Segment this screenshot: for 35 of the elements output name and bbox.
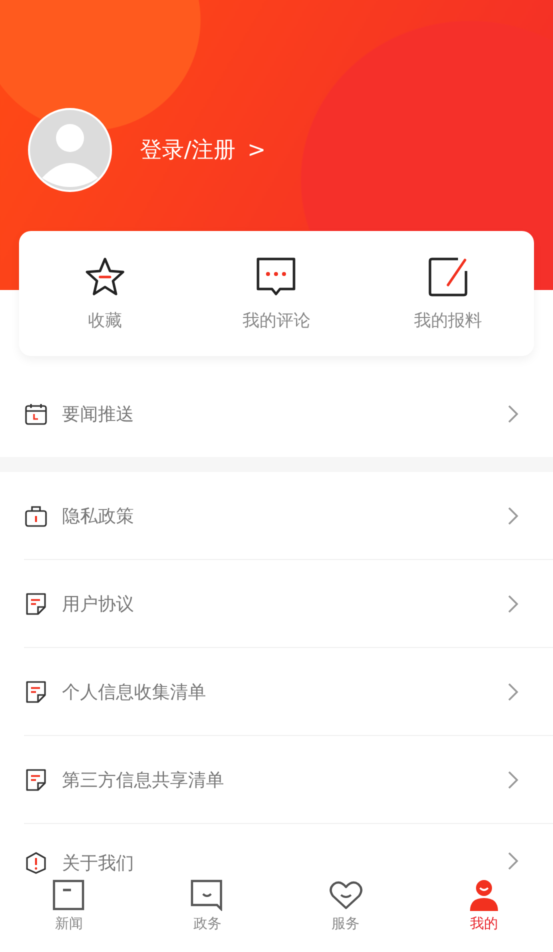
shortcut-button[interactable]: 收藏 xyxy=(30,254,180,333)
menu-label: 关于我们 xyxy=(62,852,135,875)
chevron-right-icon xyxy=(507,506,519,526)
document-icon xyxy=(24,680,48,704)
menu-label: 用户协议 xyxy=(62,592,135,616)
avatar-icon[interactable] xyxy=(28,108,112,192)
menu-item[interactable]: 第三方信息共享清单 xyxy=(24,735,553,823)
chevron-right-icon xyxy=(507,682,519,702)
menu-label: 第三方信息共享清单 xyxy=(62,768,225,792)
shortcut-button[interactable]: 我的报料 xyxy=(373,254,524,333)
chevron-icon: > xyxy=(247,138,266,162)
chevron-right-icon xyxy=(507,770,519,790)
menu-item[interactable]: 用户协议 xyxy=(24,559,553,647)
menu-item[interactable]: 个人信息收集清单 xyxy=(24,647,553,735)
alert-icon xyxy=(24,851,48,875)
document-icon xyxy=(24,592,48,616)
tab[interactable]: 服务 xyxy=(306,877,386,944)
chevron-right-icon xyxy=(507,851,519,871)
login-link[interactable]: 登录/注册 xyxy=(140,135,236,165)
menu-item[interactable]: 隐私政策 xyxy=(24,472,553,559)
edit-icon xyxy=(426,255,470,299)
shortcut-button[interactable]: 我的评论 xyxy=(201,254,352,333)
tab[interactable]: 新闻 xyxy=(29,877,110,944)
calendar-icon xyxy=(24,402,48,426)
tab[interactable]: 政务 xyxy=(167,877,248,944)
tab[interactable]: 我的 xyxy=(444,877,524,944)
menu-label: 隐私政策 xyxy=(62,504,135,528)
bag-icon xyxy=(24,504,48,528)
menu-item[interactable]: 要闻推送 xyxy=(24,370,553,457)
menu-label: 个人信息收集清单 xyxy=(62,680,207,704)
chevron-right-icon xyxy=(507,594,519,614)
document-icon xyxy=(24,768,48,792)
menu-label: 要闻推送 xyxy=(62,402,135,426)
heart-icon xyxy=(328,879,364,911)
chevron-right-icon xyxy=(507,404,519,424)
